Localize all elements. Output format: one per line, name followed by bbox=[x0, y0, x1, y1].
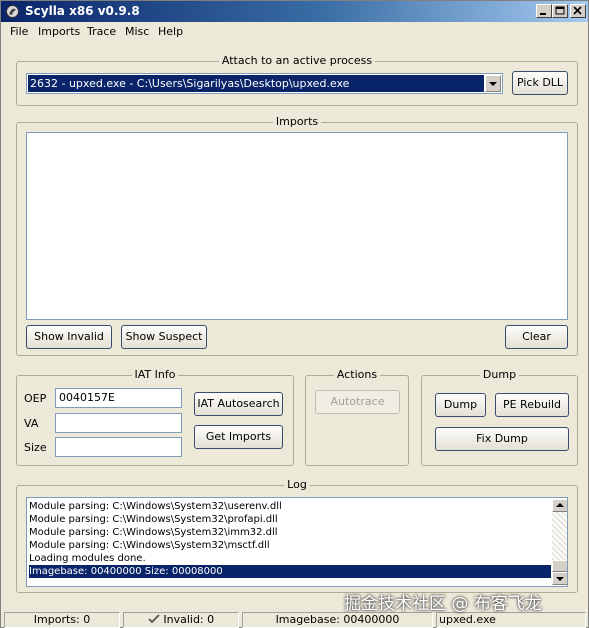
status-bar: Imports: 0 Invalid: 0 Imagebase: 0040000… bbox=[1, 612, 588, 628]
log-group-label: Log bbox=[284, 478, 310, 491]
clear-button[interactable]: Clear bbox=[505, 325, 568, 349]
close-button[interactable] bbox=[570, 4, 586, 18]
show-invalid-button[interactable]: Show Invalid bbox=[26, 325, 112, 349]
attach-group-label: Attach to an active process bbox=[218, 54, 376, 67]
dump-group-label: Dump bbox=[479, 368, 520, 381]
pick-dll-button[interactable]: Pick DLL bbox=[512, 71, 568, 95]
oep-label: OEP bbox=[24, 392, 47, 405]
imports-group-label: Imports bbox=[272, 115, 322, 128]
status-module: upxed.exe bbox=[436, 612, 586, 628]
get-imports-button[interactable]: Get Imports bbox=[194, 425, 283, 449]
menu-trace[interactable]: Trace bbox=[87, 25, 116, 38]
iat-autosearch-button[interactable]: IAT Autosearch bbox=[194, 392, 283, 416]
log-line-selected[interactable]: Imagebase: 00400000 Size: 00008000 bbox=[29, 565, 551, 578]
arrow-up-icon bbox=[556, 503, 564, 507]
pe-rebuild-button[interactable]: PE Rebuild bbox=[495, 393, 569, 417]
actions-group: Actions bbox=[305, 368, 409, 466]
title-bar[interactable]: Scylla x86 v0.9.8 bbox=[1, 1, 588, 22]
log-list[interactable]: Module parsing: C:\Windows\System32\user… bbox=[26, 497, 568, 587]
oep-field[interactable]: 0040157E bbox=[55, 388, 182, 408]
window-title: Scylla x86 v0.9.8 bbox=[25, 4, 140, 18]
arrow-down-icon bbox=[556, 577, 564, 581]
va-field[interactable] bbox=[55, 413, 182, 433]
log-line[interactable]: Module parsing: C:\Windows\System32\msct… bbox=[29, 539, 549, 552]
process-select-value: 2632 - upxed.exe - C:\Users\Sigarilyas\D… bbox=[28, 75, 484, 92]
watermark-text: 掘金技术社区 @ 布客飞龙 bbox=[344, 594, 542, 614]
menu-imports[interactable]: Imports bbox=[38, 25, 80, 38]
scylla-window: Scylla x86 v0.9.8 File Imports Trace Mis… bbox=[0, 0, 589, 628]
dump-group: Dump bbox=[421, 368, 578, 466]
close-icon bbox=[573, 6, 582, 15]
status-imports: Imports: 0 bbox=[4, 612, 120, 628]
status-imagebase: Imagebase: 00400000 bbox=[242, 612, 433, 628]
dump-button[interactable]: Dump bbox=[435, 393, 486, 417]
minimize-icon bbox=[540, 13, 546, 15]
check-icon bbox=[148, 614, 160, 624]
maximize-button[interactable] bbox=[552, 4, 568, 18]
scylla-app-icon[interactable] bbox=[5, 4, 20, 19]
va-label: VA bbox=[24, 417, 39, 430]
process-select[interactable]: 2632 - upxed.exe - C:\Users\Sigarilyas\D… bbox=[26, 73, 503, 94]
log-line[interactable]: Module parsing: C:\Windows\System32\imm3… bbox=[29, 526, 549, 539]
status-invalid: Invalid: 0 bbox=[163, 613, 215, 626]
actions-group-label: Actions bbox=[333, 368, 381, 381]
fix-dump-button[interactable]: Fix Dump bbox=[435, 427, 569, 451]
menu-misc[interactable]: Misc bbox=[125, 25, 149, 38]
process-dropdown-button[interactable] bbox=[485, 75, 501, 92]
log-line[interactable]: Module parsing: C:\Windows\System32\user… bbox=[29, 500, 549, 513]
menu-bar: File Imports Trace Misc Help bbox=[1, 22, 588, 42]
log-line[interactable]: Module parsing: C:\Windows\System32\prof… bbox=[29, 513, 549, 526]
menu-help[interactable]: Help bbox=[158, 25, 183, 38]
imports-tree[interactable] bbox=[26, 132, 568, 320]
size-label: Size bbox=[24, 441, 47, 454]
maximize-icon bbox=[555, 6, 565, 15]
menu-file[interactable]: File bbox=[10, 25, 28, 38]
minimize-button[interactable] bbox=[536, 4, 552, 18]
scroll-down-button[interactable] bbox=[552, 572, 567, 585]
scroll-up-button[interactable] bbox=[552, 499, 567, 512]
scroll-track[interactable] bbox=[552, 512, 567, 560]
scroll-thumb[interactable] bbox=[552, 560, 567, 572]
show-suspect-button[interactable]: Show Suspect bbox=[121, 325, 207, 349]
log-scrollbar[interactable] bbox=[552, 499, 567, 585]
iat-info-group-label: IAT Info bbox=[131, 368, 179, 381]
autotrace-button[interactable]: Autotrace bbox=[315, 390, 400, 414]
chevron-down-icon bbox=[489, 82, 497, 86]
log-line[interactable]: Loading modules done. bbox=[29, 552, 549, 565]
status-invalid-pane: Invalid: 0 bbox=[123, 612, 239, 628]
size-field[interactable] bbox=[55, 437, 182, 457]
